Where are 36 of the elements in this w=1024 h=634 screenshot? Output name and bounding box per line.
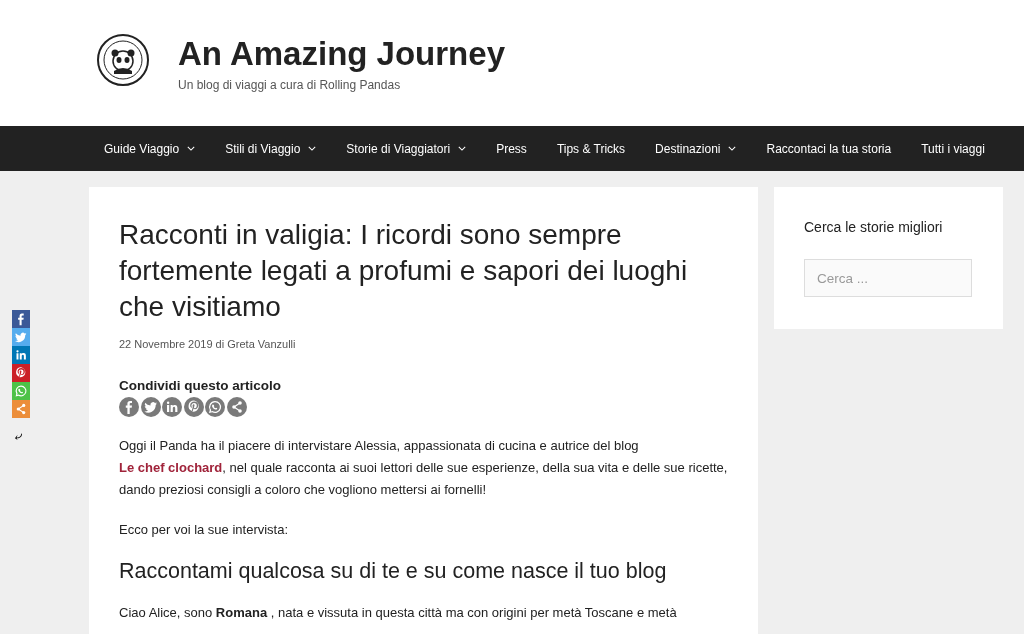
answer-paragraph: Ciao Alice, sono Romana , nata e vissuta in questa città ma con origini per metà Toscane e metà <box>119 604 678 622</box>
whatsapp-share-icon[interactable] <box>12 382 30 400</box>
pinterest-share-icon[interactable] <box>183 397 204 417</box>
hide-arrow-icon[interactable] <box>14 432 23 441</box>
nav-item[interactable]: Raccontaci la tua storia <box>751 126 907 171</box>
pinterest-share-icon[interactable] <box>12 364 30 382</box>
article-meta: 22 Novembre 2019 di Greta Vanzulli <box>119 338 297 350</box>
search-field[interactable]: Cerca ... <box>804 259 972 297</box>
linkedin-share-icon[interactable] <box>162 397 182 417</box>
lead-paragraph: Ecco per voi la sue intervista: <box>119 521 290 539</box>
caret-icon <box>187 146 196 151</box>
share-share-icon[interactable] <box>226 397 247 417</box>
section-heading: Raccontami qualcosa su di te e su come nasce il tuo blog <box>119 559 668 584</box>
share-share-icon[interactable] <box>12 400 30 418</box>
caret-icon <box>728 146 737 151</box>
facebook-share-icon[interactable] <box>119 397 139 417</box>
article-title: Racconti in valigia: I ricordi sono sempre fortemente legati a profumi e sapori dei luoghi che visitiamo <box>119 218 689 324</box>
widget-title: Cerca le storie migliori <box>804 219 944 235</box>
share-heading: Condividi questo articolo <box>119 378 282 393</box>
nav-item[interactable]: Tips & Tricks <box>541 126 641 171</box>
nav-item[interactable]: Storie di Viaggiatori <box>331 126 482 171</box>
nav-item[interactable]: Tutti i viaggi <box>906 126 1000 171</box>
nav-item[interactable]: Destinazioni <box>640 126 752 171</box>
facebook-share-icon[interactable] <box>12 310 30 328</box>
whatsapp-share-icon[interactable] <box>205 397 225 417</box>
linkedin-share-icon[interactable] <box>12 346 30 364</box>
twitter-share-icon[interactable] <box>140 397 161 417</box>
caret-icon <box>458 146 467 151</box>
nav-item[interactable]: Press <box>481 126 542 171</box>
intro-paragraph: Oggi il Panda ha il piacere di intervistare Alessia, appassionata di cucina e autrice del blog Le chef clochard, nel quale racconta ai suoi lettori delle sue esperienze, della sua vita e delle sue ricette, dando preziosi consigli a coloro che vogliono mettersi ai fornelli! <box>119 437 728 499</box>
site-title[interactable]: An Amazing Journey <box>178 34 505 74</box>
caret-icon <box>308 146 317 151</box>
panda-logo[interactable] <box>96 33 150 87</box>
nav-item[interactable]: Stili di Viaggio <box>210 126 332 171</box>
site-tagline: Un blog di viaggi a cura di Rolling Pandas <box>178 78 402 92</box>
nav-item[interactable]: Guide Viaggio <box>89 126 211 171</box>
